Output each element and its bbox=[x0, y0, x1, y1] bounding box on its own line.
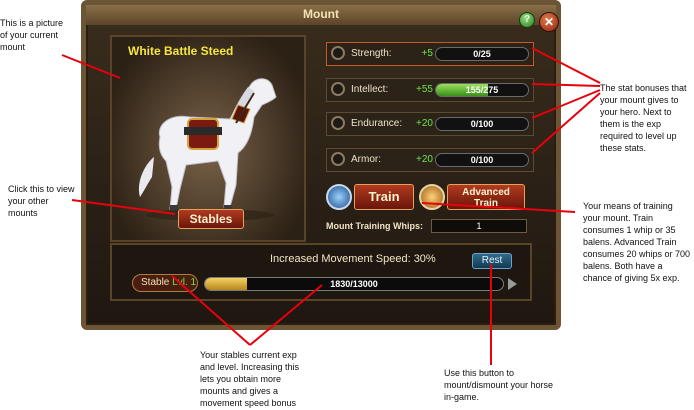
annotation-stats: The stat bonuses that your mount gives t… bbox=[600, 83, 687, 153]
annotation-line-stat-3 bbox=[531, 89, 601, 119]
annotation-line-stat-4 bbox=[531, 92, 601, 154]
annotation-picture: This is a picture of your current mount bbox=[0, 18, 64, 52]
annotation-rest: Use this button to mount/dismount your h… bbox=[444, 368, 554, 402]
annotation-line-stat-2 bbox=[531, 83, 601, 87]
annotation-line-stable-2 bbox=[249, 284, 323, 346]
annotation-line-stable-1 bbox=[171, 275, 251, 346]
annotation-train: Your means of training your mount. Train… bbox=[583, 201, 691, 283]
annotation-line-stat-1 bbox=[531, 47, 601, 84]
annotation-line-train bbox=[421, 202, 576, 213]
annotation-line-picture bbox=[61, 54, 121, 79]
annotation-stable: Your stables current exp and level. Incr… bbox=[200, 350, 300, 408]
annotation-stables: Click this to view your other mounts bbox=[8, 184, 75, 218]
annotation-line-stables bbox=[71, 199, 176, 215]
